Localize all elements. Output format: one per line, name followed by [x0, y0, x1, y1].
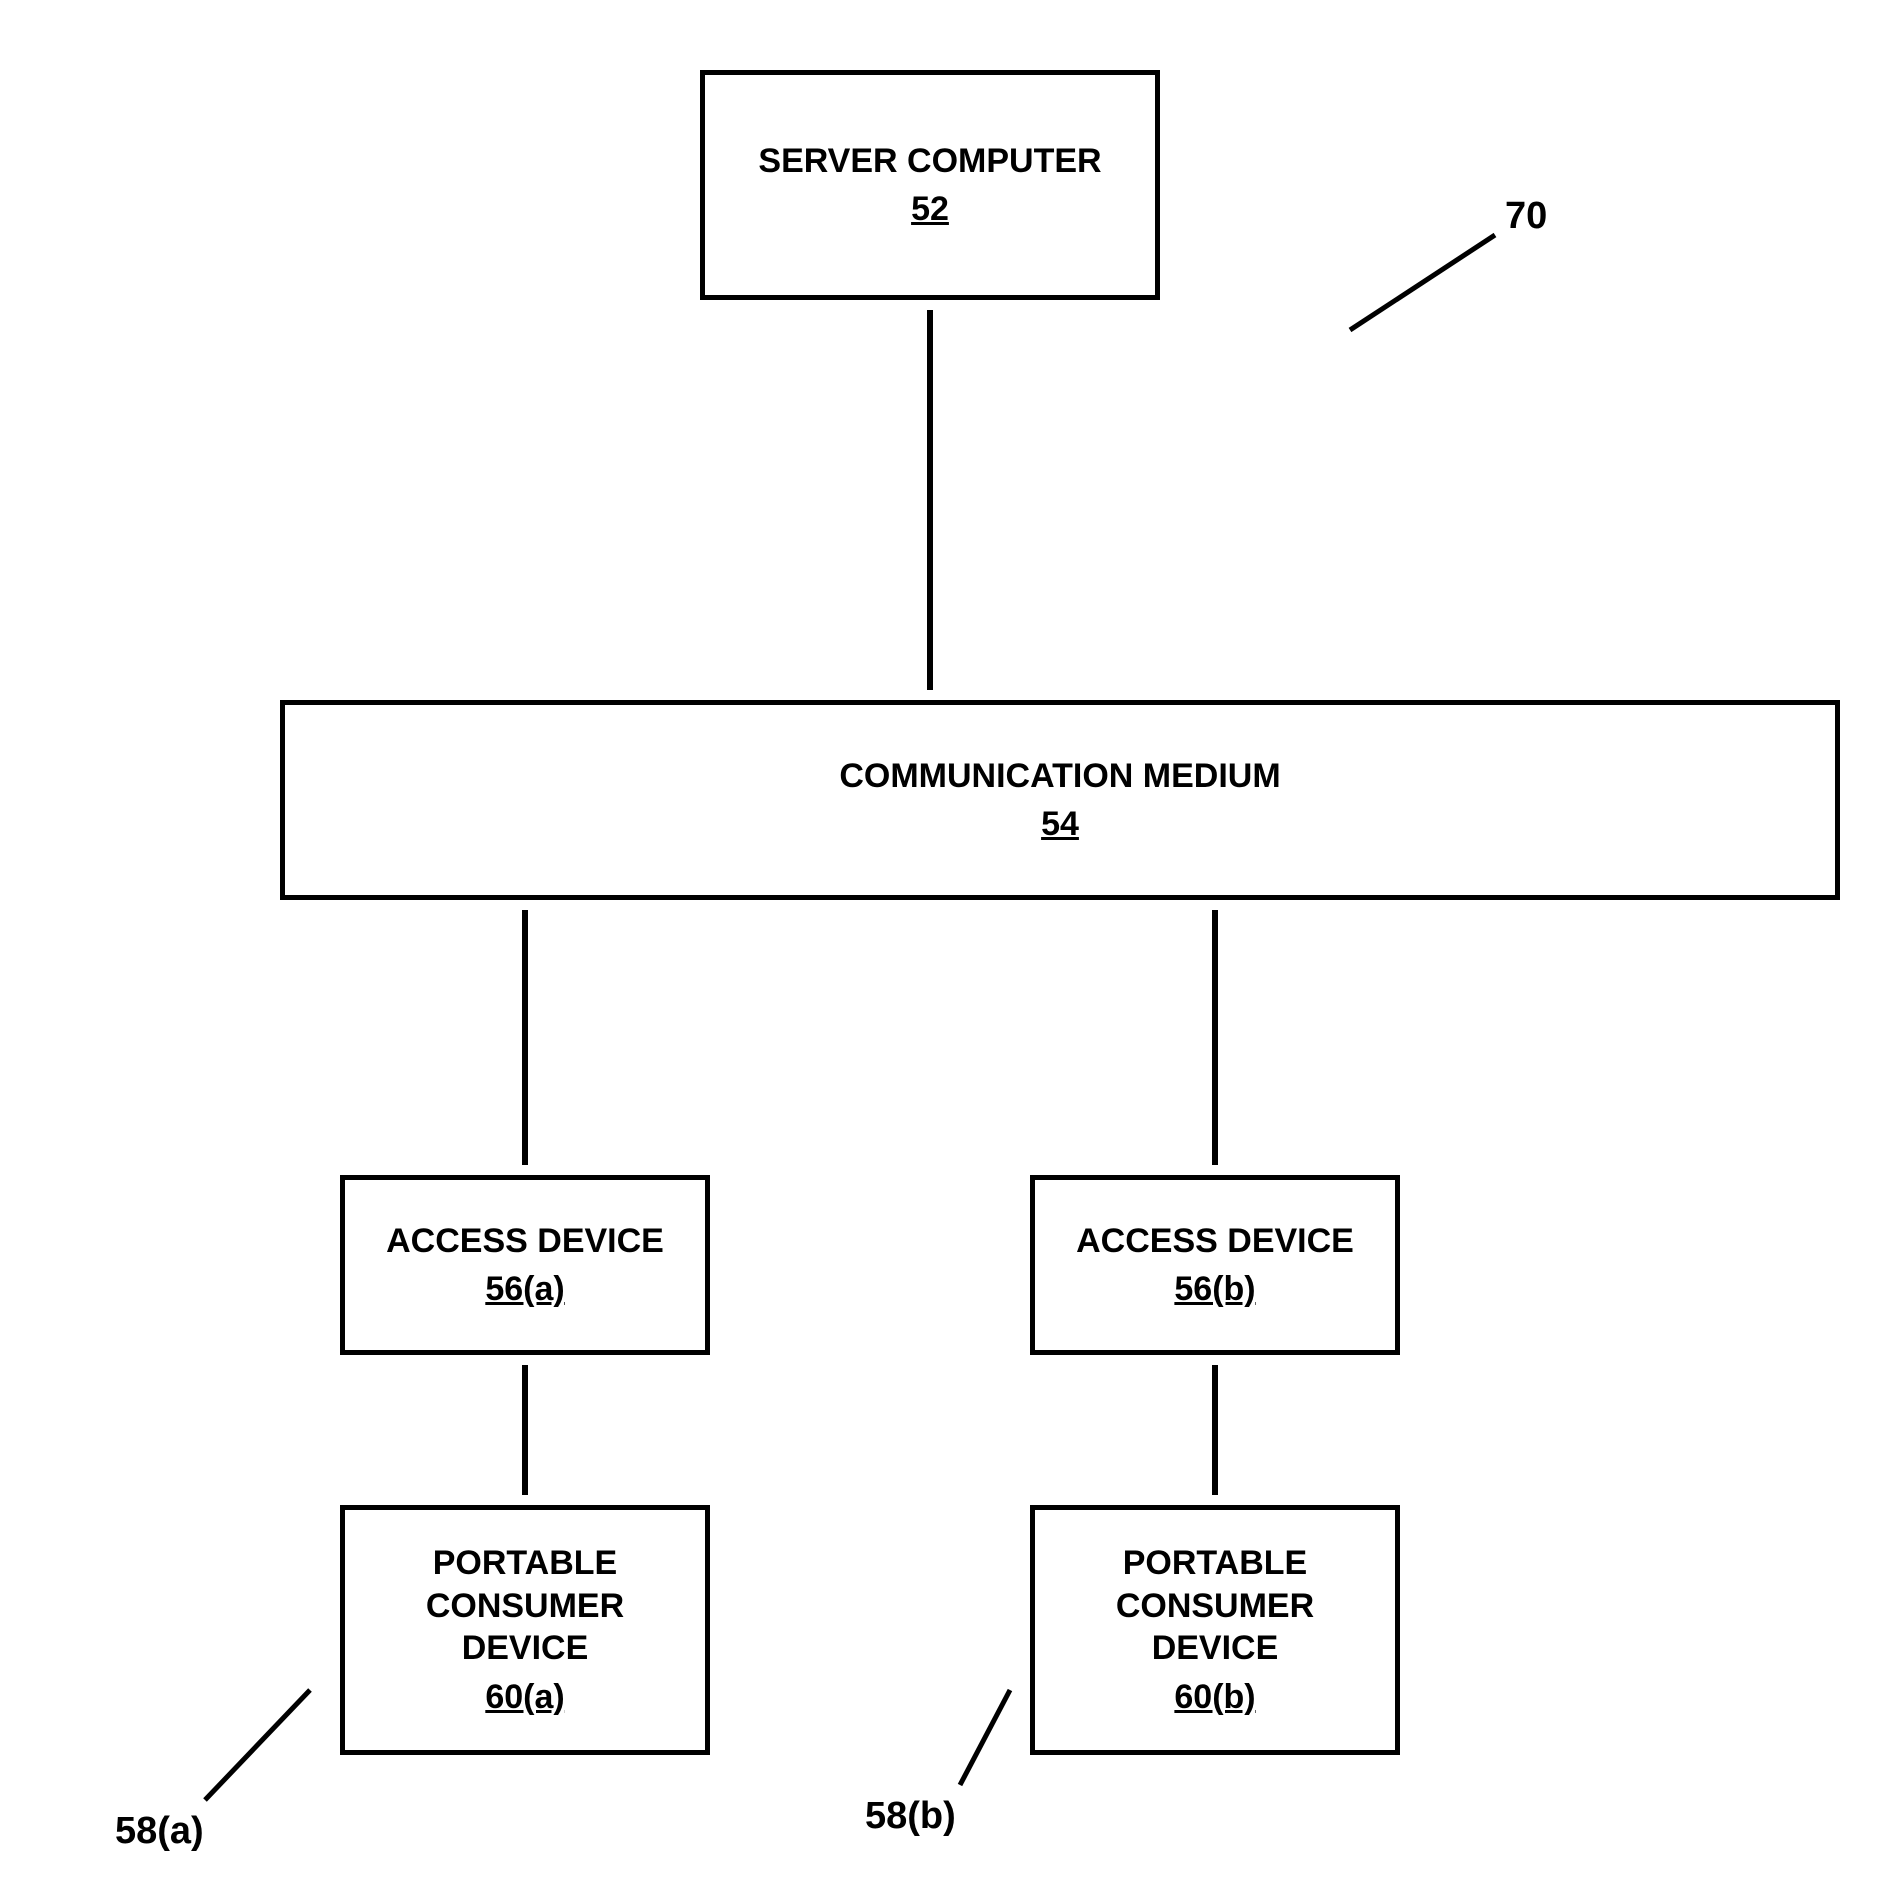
access-a-ref: 56(a) — [485, 1268, 564, 1311]
group-b-ref-label: 58(b) — [865, 1795, 956, 1838]
medium-title: COMMUNICATION MEDIUM — [839, 755, 1280, 798]
access-b-title: ACCESS DEVICE — [1076, 1220, 1354, 1263]
medium-ref: 54 — [1041, 803, 1079, 846]
access-b-ref: 56(b) — [1174, 1268, 1255, 1311]
group-a-ref-label: 58(a) — [115, 1810, 204, 1853]
device-a-title: PORTABLE CONSUMER DEVICE — [363, 1542, 687, 1670]
device-b-ref: 60(b) — [1053, 1676, 1377, 1719]
system-ref-label: 70 — [1505, 195, 1547, 238]
pointer-system-ref — [1350, 235, 1495, 330]
diagram-canvas: SERVER COMPUTER 52 COMMUNICATION MEDIUM … — [0, 0, 1896, 1901]
server-title: SERVER COMPUTER — [758, 140, 1101, 183]
pointer-group-b-ref — [960, 1690, 1010, 1785]
server-ref: 52 — [911, 188, 949, 231]
access-device-a-box: ACCESS DEVICE 56(a) — [340, 1175, 710, 1355]
access-device-b-box: ACCESS DEVICE 56(b) — [1030, 1175, 1400, 1355]
communication-medium-box: COMMUNICATION MEDIUM 54 — [280, 700, 1840, 900]
server-computer-box: SERVER COMPUTER 52 — [700, 70, 1160, 300]
portable-consumer-device-a-box: PORTABLE CONSUMER DEVICE 60(a) — [340, 1505, 710, 1755]
pointer-group-a-ref — [205, 1690, 310, 1800]
access-a-title: ACCESS DEVICE — [386, 1220, 664, 1263]
device-a-ref: 60(a) — [363, 1676, 687, 1719]
portable-consumer-device-b-box: PORTABLE CONSUMER DEVICE 60(b) — [1030, 1505, 1400, 1755]
device-b-title: PORTABLE CONSUMER DEVICE — [1053, 1542, 1377, 1670]
